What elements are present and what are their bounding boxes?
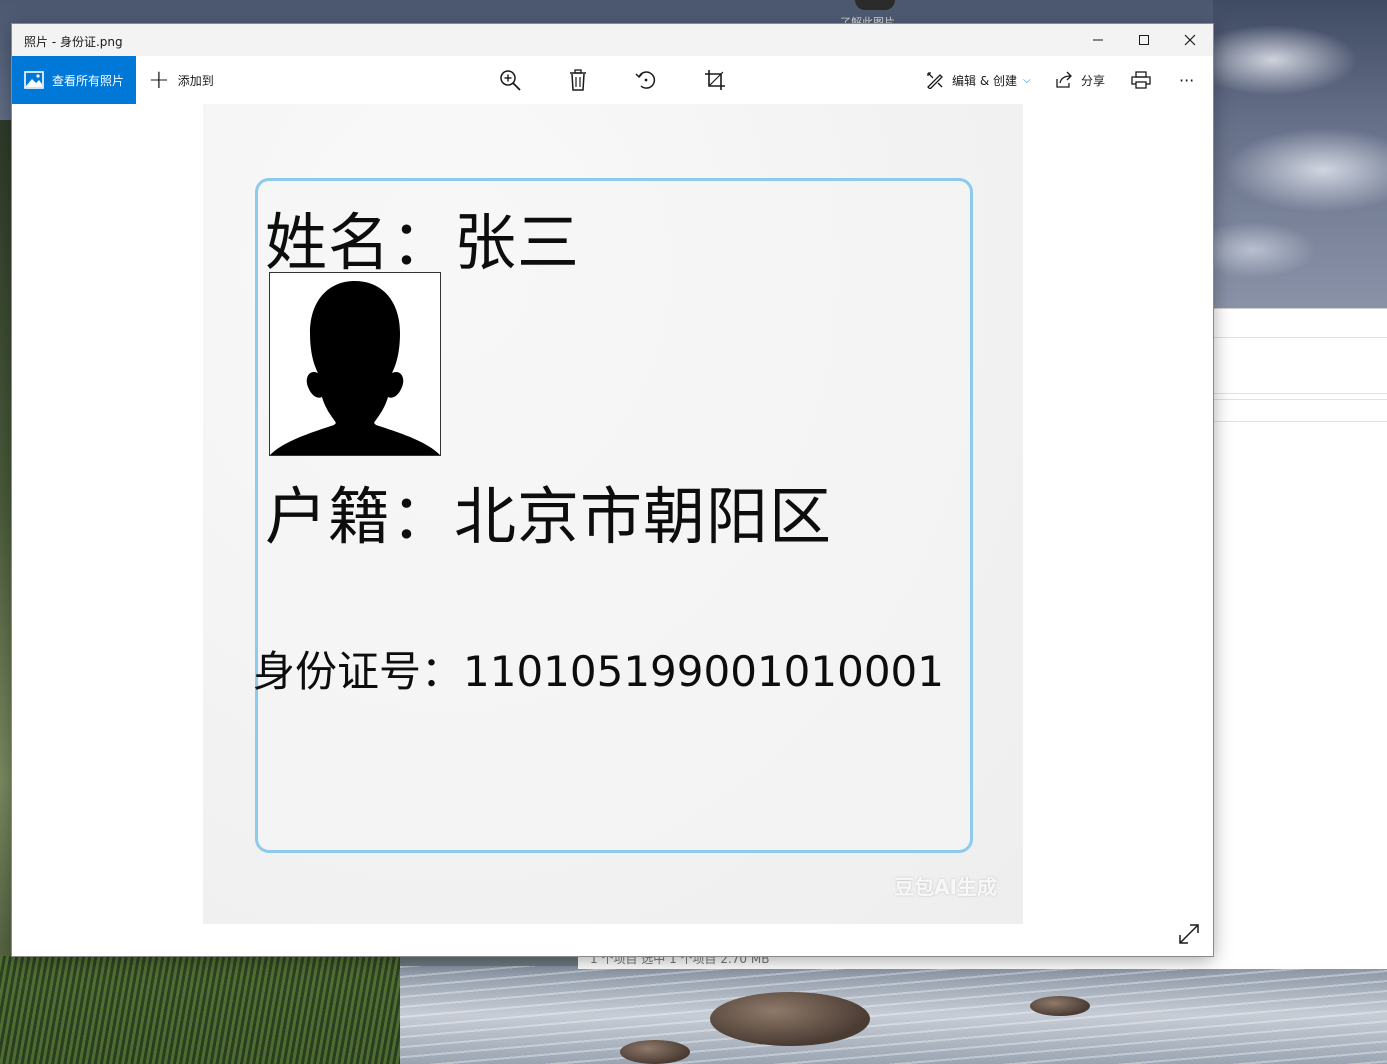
tray-widget[interactable] <box>855 0 895 10</box>
divider <box>1214 393 1387 394</box>
desktop-wallpaper-water <box>400 966 1387 1064</box>
delete-icon <box>570 69 586 91</box>
portrait-silhouette <box>269 272 441 456</box>
zoom-button[interactable] <box>496 66 524 94</box>
id-number-text: 身份证号：110105199001010001 <box>253 647 944 696</box>
zoom-in-icon <box>500 70 521 91</box>
desktop-rock <box>620 1040 690 1064</box>
chevron-down-icon: ⌵ <box>1023 74 1031 86</box>
name-text: 姓名：张三 <box>265 206 581 279</box>
image-viewer[interactable]: 姓名：张三 户籍：北京市朝阳区 身份证号：110105199001010001 … <box>12 104 1213 956</box>
photos-app-window[interactable]: 照片 - 身份证.png 查看所有照片 + 添加到 编辑 & 创建 ⌵ 分享 ·… <box>12 24 1213 956</box>
more-options-icon: ··· <box>1179 70 1195 90</box>
crop-button[interactable] <box>701 66 729 94</box>
desktop-wallpaper-sky <box>1213 0 1387 310</box>
maximize-icon <box>1139 35 1149 45</box>
displayed-photo: 姓名：张三 户籍：北京市朝阳区 身份证号：110105199001010001 … <box>203 104 1023 924</box>
fullscreen-expand-icon <box>1179 924 1199 944</box>
rotate-icon <box>635 71 656 89</box>
desktop-rock <box>1030 996 1090 1016</box>
photo-gallery-icon <box>24 71 44 89</box>
ai-watermark: 豆包AI生成 <box>894 875 997 899</box>
window-title: 照片 - 身份证.png <box>24 35 123 49</box>
expand-button[interactable] <box>1177 922 1201 946</box>
divider <box>1214 337 1387 338</box>
more-options-button[interactable]: ··· <box>1179 56 1194 104</box>
person-silhouette-icon <box>270 281 440 455</box>
edit-create-button[interactable]: 编辑 & 创建 ⌵ <box>926 56 1031 104</box>
crop-icon <box>705 70 725 90</box>
view-all-photos-label: 查看所有照片 <box>52 73 125 88</box>
print-icon <box>1131 71 1151 89</box>
desktop-rock <box>710 992 870 1046</box>
share-button[interactable]: 分享 <box>1055 56 1105 104</box>
toolbar: 查看所有照片 + 添加到 编辑 & 创建 ⌵ 分享 ··· <box>12 56 1213 104</box>
divider <box>1214 421 1387 422</box>
share-icon <box>1056 71 1072 88</box>
view-all-photos-button[interactable]: 查看所有照片 <box>12 56 136 104</box>
close-button[interactable] <box>1167 24 1213 56</box>
maximize-button[interactable] <box>1121 24 1167 56</box>
edit-create-label: 编辑 & 创建 <box>952 73 1017 88</box>
title-bar[interactable]: 照片 - 身份证.png <box>12 24 1213 56</box>
share-label: 分享 <box>1081 73 1106 88</box>
desktop-wallpaper-grass <box>0 956 400 1064</box>
plus-icon: + <box>148 65 170 95</box>
rotate-button[interactable] <box>632 66 660 94</box>
delete-button[interactable] <box>564 66 592 94</box>
add-to-label: 添加到 <box>177 73 214 88</box>
print-button[interactable] <box>1131 56 1159 104</box>
household-registration-text: 户籍：北京市朝阳区 <box>265 480 833 553</box>
close-icon <box>1184 34 1196 46</box>
divider <box>1214 399 1387 400</box>
minimize-button[interactable] <box>1075 24 1121 56</box>
minimize-icon <box>1093 39 1103 41</box>
edit-create-icon <box>927 72 943 89</box>
add-to-button[interactable]: + 添加到 <box>148 56 214 104</box>
